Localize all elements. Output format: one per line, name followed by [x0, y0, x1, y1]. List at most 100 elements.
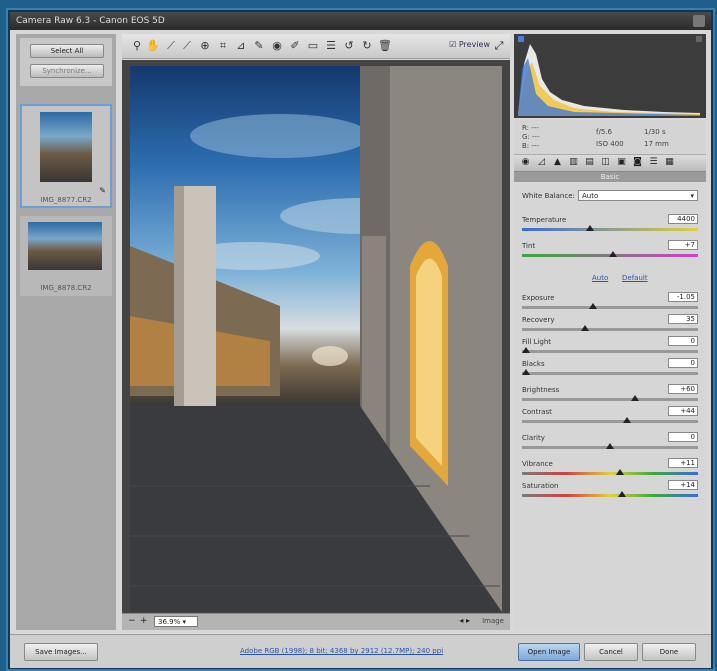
tint-slider-thumb[interactable]	[609, 251, 618, 257]
snapshots-tab-icon[interactable]: ▦	[664, 157, 675, 168]
fill-light-value[interactable]: 0	[668, 336, 698, 346]
thumbnail-label: IMG_8877.CR2	[40, 196, 92, 204]
temperature-slider-thumb[interactable]	[585, 225, 594, 231]
graduated-filter-icon[interactable]: ▭	[306, 39, 320, 53]
filmstrip: Select All Synchronize... ✎ IMG_8877.CR2…	[16, 34, 116, 630]
close-window-button[interactable]	[693, 15, 705, 27]
basic-tab-icon[interactable]: ◉	[520, 157, 531, 168]
fullscreen-icon[interactable]: ⤢	[492, 39, 506, 53]
temperature-label: Temperature	[522, 216, 567, 224]
saturation-row: Saturation +14	[522, 480, 698, 502]
blacks-value[interactable]: 0	[668, 358, 698, 368]
zoom-in-icon[interactable]: +	[140, 616, 148, 626]
saturation-label: Saturation	[522, 482, 559, 490]
brightness-slider-thumb[interactable]	[631, 395, 640, 401]
zoom-icon[interactable]: ⚲	[130, 39, 144, 53]
vibrance-value[interactable]: +11	[668, 458, 698, 468]
open-image-button[interactable]: Open Image	[518, 643, 580, 661]
g-readout: G: ---	[522, 133, 540, 141]
recovery-slider-thumb[interactable]	[580, 325, 589, 331]
panel-header: Basic	[514, 172, 706, 182]
preview-label: Preview	[458, 40, 490, 49]
workflow-options-link[interactable]: Adobe RGB (1998); 8 bit; 4368 by 2912 (1…	[240, 647, 443, 655]
hand-icon[interactable]: ✋	[146, 39, 160, 53]
preview-checkbox[interactable]: ☑ Preview	[449, 40, 490, 49]
image-canvas[interactable]: − + 36.9% ▾ ◂ ▸ Image	[122, 60, 510, 630]
vibrance-slider-thumb[interactable]	[616, 469, 625, 475]
presets-tab-icon[interactable]: ☰	[648, 157, 659, 168]
color-sampler-icon[interactable]: ⟋	[180, 39, 194, 53]
saturation-value[interactable]: +14	[668, 480, 698, 490]
split-toning-tab-icon[interactable]: ▤	[584, 157, 595, 168]
b-readout: B: ---	[522, 142, 539, 150]
fill-light-track[interactable]	[522, 350, 698, 353]
vibrance-track[interactable]	[522, 472, 698, 475]
tint-label: Tint	[522, 242, 536, 250]
preferences-icon[interactable]: ☰	[324, 39, 338, 53]
target-adjust-icon[interactable]: ⊕	[198, 39, 212, 53]
select-all-button[interactable]: Select All	[30, 44, 104, 58]
white-balance-select[interactable]: Auto ▾	[578, 190, 698, 201]
cancel-button[interactable]: Cancel	[584, 643, 638, 661]
exposure-track[interactable]	[522, 306, 698, 309]
filmstrip-thumb-1[interactable]: ✎ IMG_8877.CR2	[20, 104, 112, 208]
recovery-value[interactable]: 35	[668, 314, 698, 324]
saturation-track[interactable]	[522, 494, 698, 497]
crop-icon[interactable]: ⌗	[216, 39, 230, 53]
blacks-label: Blacks	[522, 360, 545, 368]
blacks-slider-thumb[interactable]	[522, 369, 530, 375]
recovery-row: Recovery 35	[522, 314, 698, 336]
contrast-track[interactable]	[522, 420, 698, 423]
rotate-cw-icon[interactable]: ↻	[360, 39, 374, 53]
exposure-label: Exposure	[522, 294, 555, 302]
hsl-tab-icon[interactable]: ▥	[568, 157, 579, 168]
vibrance-row: Vibrance +11	[522, 458, 698, 480]
saturation-slider-thumb[interactable]	[617, 491, 626, 497]
temperature-value[interactable]: 4400	[668, 214, 698, 224]
contrast-slider-thumb[interactable]	[622, 417, 631, 423]
recovery-track[interactable]	[522, 328, 698, 331]
histogram	[514, 34, 706, 118]
effects-tab-icon[interactable]: ▣	[616, 157, 627, 168]
detail-tab-icon[interactable]: ▲	[552, 157, 563, 168]
contrast-row: Contrast +44	[522, 406, 698, 428]
brightness-value[interactable]: +60	[668, 384, 698, 394]
zoom-level-select[interactable]: 36.9% ▾	[154, 616, 198, 627]
straighten-icon[interactable]: ⊿	[234, 39, 248, 53]
synchronize-button[interactable]: Synchronize...	[30, 64, 104, 78]
default-link[interactable]: Default	[622, 274, 648, 282]
camera-calibration-tab-icon[interactable]: ◙	[632, 157, 643, 168]
lens-tab-icon[interactable]: ◫	[600, 157, 611, 168]
white-balance-icon[interactable]: ⟋	[164, 39, 178, 53]
clarity-slider-thumb[interactable]	[606, 443, 614, 449]
prev-next-icon[interactable]: ◂ ▸	[459, 616, 470, 625]
fill-light-row: Fill Light 0	[522, 336, 698, 358]
exposure-slider-thumb[interactable]	[589, 303, 598, 309]
white-balance-label: White Balance:	[522, 192, 575, 200]
filmstrip-controls: Select All Synchronize...	[20, 38, 112, 86]
spot-removal-icon[interactable]: ✎	[252, 39, 266, 53]
filmstrip-thumb-2[interactable]: IMG_8878.CR2	[20, 216, 112, 296]
save-images-button[interactable]: Save Images...	[24, 643, 98, 661]
contrast-value[interactable]: +44	[668, 406, 698, 416]
vibrance-label: Vibrance	[522, 460, 553, 468]
temperature-track[interactable]	[522, 228, 698, 231]
r-readout: R: ---	[522, 124, 539, 132]
red-eye-icon[interactable]: ◉	[270, 39, 284, 53]
blacks-track[interactable]	[522, 372, 698, 375]
fill-light-slider-thumb[interactable]	[522, 347, 530, 353]
clarity-value[interactable]: 0	[668, 432, 698, 442]
exposure-value[interactable]: -1.05	[668, 292, 698, 302]
adjustment-brush-icon[interactable]: ✐	[288, 39, 302, 53]
tint-value[interactable]: +7	[668, 240, 698, 250]
auto-link[interactable]: Auto	[592, 274, 608, 282]
rotate-ccw-icon[interactable]: ↺	[342, 39, 356, 53]
brightness-track[interactable]	[522, 398, 698, 401]
tint-row: Tint +7	[522, 240, 698, 262]
zoom-out-icon[interactable]: −	[128, 616, 136, 626]
white-balance-row: White Balance: Auto ▾	[522, 190, 698, 206]
tone-curve-tab-icon[interactable]: ◿	[536, 157, 547, 168]
done-button[interactable]: Done	[642, 643, 696, 661]
zoom-bar: − + 36.9% ▾ ◂ ▸ Image	[122, 613, 510, 630]
trash-icon[interactable]: 🗑	[378, 39, 392, 53]
